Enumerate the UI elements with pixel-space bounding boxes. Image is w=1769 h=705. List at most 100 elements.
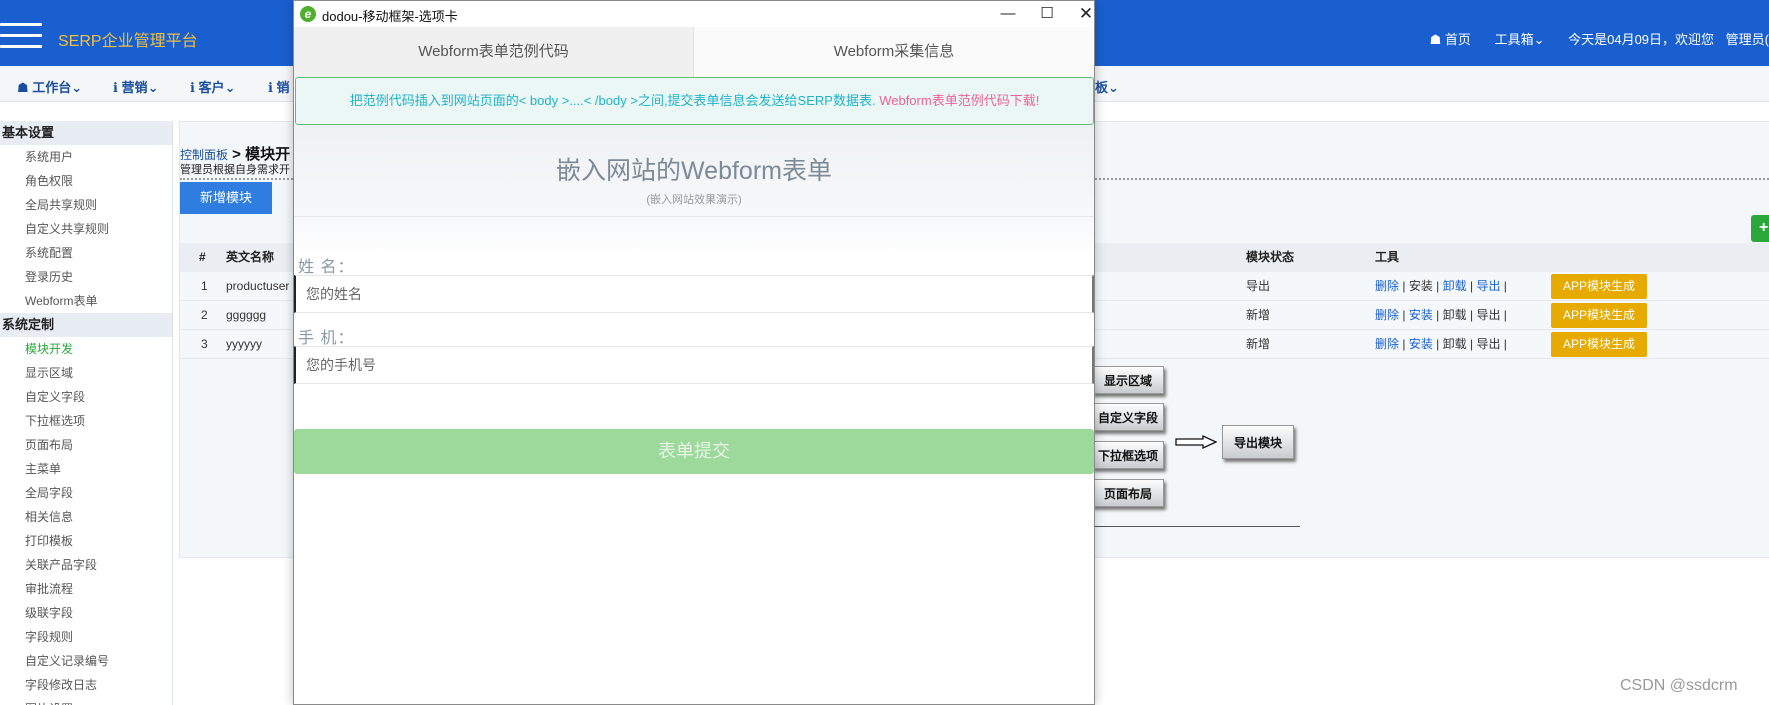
sidebar-group-basic: 基本设置	[0, 121, 172, 145]
tool-uninstall-link[interactable]: 卸载	[1443, 279, 1467, 293]
brand-title: SERP企业管理平台	[58, 33, 198, 50]
sidebar-item-system-config[interactable]: 系统配置	[0, 241, 172, 265]
col-num: #	[199, 250, 206, 264]
sidebar-item-dropdown-options[interactable]: 下拉框选项	[0, 409, 172, 433]
diagram-box-dropdown-options: 下拉框选项	[1092, 441, 1164, 469]
tool-export-link[interactable]: 导出	[1476, 279, 1500, 293]
diagram-box-display-area: 显示区域	[1092, 366, 1164, 394]
sidebar-item-field-rules[interactable]: 字段规则	[0, 625, 172, 649]
toolbox-label: 工具箱	[1494, 32, 1534, 47]
menu-marketing-label: ℹ 营销	[113, 80, 148, 95]
menu-customer[interactable]: ℹ 客户⌄	[190, 77, 235, 96]
modal-tabs: Webform表单范例代码 Webform采集信息	[294, 27, 1094, 77]
app-module-generate-button[interactable]: APP模块生成	[1551, 332, 1648, 357]
menu-sales[interactable]: ℹ 销	[268, 77, 290, 96]
menu-workbench[interactable]: ☗ 工作台⌄	[17, 77, 82, 96]
row-tools: 删除 | 安装 | 卸载 | 导出 |	[1375, 279, 1507, 293]
sidebar-item-cascade-field[interactable]: 级联字段	[0, 601, 172, 625]
sidebar-item-approval[interactable]: 审批流程	[0, 577, 172, 601]
close-icon[interactable]: ✕	[1072, 3, 1100, 25]
row-tools: 删除 | 安装 | 卸载 | 导出 |	[1375, 337, 1507, 351]
name-input[interactable]	[294, 275, 1094, 313]
menu-board[interactable]: 板⌄	[1095, 77, 1119, 96]
tool-delete-link[interactable]: 删除	[1375, 279, 1399, 293]
window-titlebar[interactable]: e dodou-移动框架-选项卡 — ☐ ✕	[294, 1, 1094, 27]
home-link[interactable]: ☗ 首页	[1430, 32, 1471, 47]
browser-e-icon: e	[300, 6, 316, 22]
watermark: CSDN @ssdcrm	[1620, 677, 1738, 694]
menu-board-label: 板	[1095, 80, 1109, 95]
tool-export-link[interactable]: 导出	[1476, 308, 1500, 322]
diagram-arrow-icon	[1175, 435, 1217, 449]
user-menu[interactable]: 管理员(	[1726, 32, 1769, 47]
maximize-icon[interactable]: ☐	[1033, 3, 1061, 25]
tool-delete-link[interactable]: 删除	[1375, 337, 1399, 351]
row-number: 1	[201, 279, 208, 293]
row-status: 新增	[1246, 337, 1271, 351]
sidebar-item-field-log[interactable]: 字段修改日志	[0, 673, 172, 697]
top-nav: ☗ 首页 工具箱⌄ 今天是04月09日，欢迎您 管理员(	[1410, 29, 1769, 48]
sidebar-item-related-info[interactable]: 相关信息	[0, 505, 172, 529]
sidebar-item-roles[interactable]: 角色权限	[0, 169, 172, 193]
tool-export-link[interactable]: 导出	[1476, 337, 1500, 351]
tab-sample-code[interactable]: Webform表单范例代码	[294, 27, 694, 77]
sidebar-item-global-field[interactable]: 全局字段	[0, 481, 172, 505]
sidebar-item-webform[interactable]: Webform表单	[0, 289, 172, 313]
form-header: 嵌入网站的Webform表单 (嵌入网站效果演示)	[294, 125, 1094, 217]
col-tools: 工具	[1375, 250, 1400, 264]
sidebar-item-users[interactable]: 系统用户	[0, 145, 172, 169]
row-name: yyyyyy	[226, 337, 262, 351]
tool-install-link[interactable]: 安装	[1409, 279, 1433, 293]
menu-customer-label: ℹ 客户	[190, 80, 225, 95]
download-sample-link[interactable]: Webform表单范例代码下载!	[879, 93, 1039, 108]
menu-workbench-label: ☗ 工作台	[17, 80, 72, 95]
sidebar-item-login-history[interactable]: 登录历史	[0, 265, 172, 289]
breadcrumb-control-panel[interactable]: 控制面板	[180, 148, 228, 162]
sidebar-group-custom: 系统定制	[0, 313, 172, 337]
form-title: 嵌入网站的Webform表单	[556, 157, 832, 185]
diagram-box-custom-field: 自定义字段	[1092, 403, 1164, 431]
app-module-generate-button[interactable]: APP模块生成	[1551, 274, 1648, 299]
tool-delete-link[interactable]: 删除	[1375, 308, 1399, 322]
sidebar-item-main-menu[interactable]: 主菜单	[0, 457, 172, 481]
add-module-button[interactable]: 新增模块	[180, 182, 272, 214]
webform-notice: 把范例代码插入到网站页面的< body >....< /body >之间,提交表…	[295, 77, 1094, 125]
sidebar-item-custom-field[interactable]: 自定义字段	[0, 385, 172, 409]
row-tools: 删除 | 安装 | 卸载 | 导出 |	[1375, 308, 1507, 322]
window-title: dodou-移动框架-选项卡	[322, 9, 458, 24]
sidebar-item-product-field[interactable]: 关联产品字段	[0, 553, 172, 577]
greeting-text: 今天是04月09日，欢迎您	[1568, 32, 1715, 47]
green-add-button[interactable]: +	[1751, 215, 1769, 242]
tab-collected-info[interactable]: Webform采集信息	[694, 27, 1094, 77]
sidebar-item-display-area[interactable]: 显示区域	[0, 361, 172, 385]
sidebar-item-custom-share[interactable]: 自定义共享规则	[0, 217, 172, 241]
settings-sidebar: 基本设置 系统用户 角色权限 全局共享规则 自定义共享规则 系统配置 登录历史 …	[0, 121, 173, 705]
form-gradient	[294, 217, 1094, 257]
notice-text: 把范例代码插入到网站页面的< body >....< /body >之间,提交表…	[349, 93, 876, 108]
toolbox-dropdown[interactable]: 工具箱⌄	[1495, 32, 1545, 47]
hamburger-menu-icon[interactable]	[0, 23, 42, 56]
form-subtitle: (嵌入网站效果演示)	[646, 194, 742, 206]
row-number: 3	[201, 337, 208, 351]
sidebar-item-page-layout[interactable]: 页面布局	[0, 433, 172, 457]
col-name: 英文名称	[226, 250, 275, 264]
minimize-icon[interactable]: —	[994, 3, 1022, 25]
sidebar-item-module-dev[interactable]: 模块开发	[0, 337, 172, 361]
sidebar-item-global-share[interactable]: 全局共享规则	[0, 193, 172, 217]
sidebar-item-print-template[interactable]: 打印模板	[0, 529, 172, 553]
phone-input[interactable]	[294, 346, 1094, 384]
sidebar-item-record-number[interactable]: 自定义记录编号	[0, 649, 172, 673]
tool-uninstall-link[interactable]: 卸载	[1443, 337, 1467, 351]
diagram-box-page-layout: 页面布局	[1092, 479, 1164, 507]
row-name: productuser	[226, 279, 290, 293]
page-description: 管理员根据自身需求开	[180, 164, 290, 176]
sidebar-item-image-settings[interactable]: 图片设置	[0, 697, 172, 705]
app-module-generate-button[interactable]: APP模块生成	[1551, 303, 1648, 328]
submit-button[interactable]: 表单提交	[294, 429, 1094, 474]
tool-install-link[interactable]: 安装	[1409, 337, 1433, 351]
row-number: 2	[201, 308, 208, 322]
tool-uninstall-link[interactable]: 卸载	[1443, 308, 1467, 322]
menu-marketing[interactable]: ℹ 营销⌄	[113, 77, 158, 96]
tool-install-link[interactable]: 安装	[1409, 308, 1433, 322]
row-status: 新增	[1246, 308, 1271, 322]
